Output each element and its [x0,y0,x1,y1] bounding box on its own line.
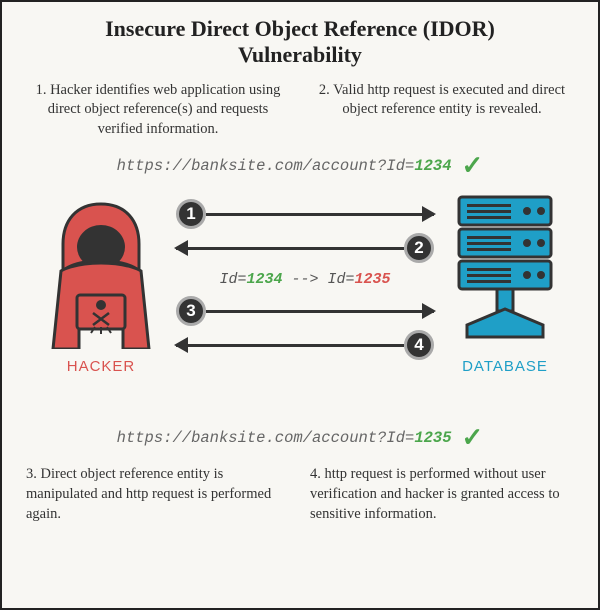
top-steps: 1. Hacker identifies web application usi… [2,77,598,148]
badge-2: 2 [404,233,434,263]
url-tamper-row: https://banksite.com/account?Id=1235 ✓ [2,419,598,457]
arrow-right-icon [206,213,434,216]
url-valid-row: https://banksite.com/account?Id=1234 ✓ [2,147,598,185]
database-label: DATABASE [440,358,570,375]
arrow-2: 2 [176,231,434,265]
url-valid: https://banksite.com/account?Id=1234 [117,157,452,175]
database-figure: DATABASE [440,189,570,375]
check-icon: ✓ [462,151,484,181]
diagram-frame: Insecure Direct Object Reference (IDOR) … [0,0,600,610]
arrow-4: 4 [176,328,434,362]
arrow-left-icon [176,247,404,250]
id-change-text: Id=1234 --> Id=1235 [176,265,434,294]
arrow-3: 3 [176,294,434,328]
arrow-left-icon [176,344,404,347]
badge-1: 1 [176,199,206,229]
step-4-text: 4. http request is performed without use… [310,465,574,524]
badge-3: 3 [176,296,206,326]
bottom-steps: 3. Direct object reference entity is man… [2,457,598,536]
step-3-text: 3. Direct object reference entity is man… [26,465,290,524]
arrows-group: 1 2 Id=1234 --> Id=1235 3 4 [176,197,434,362]
hacker-icon [41,199,161,349]
arrow-1: 1 [176,197,434,231]
url-tamper: https://banksite.com/account?Id=1235 [117,429,452,447]
page-title: Insecure Direct Object Reference (IDOR) … [2,2,598,77]
step-2-text: 2. Valid http request is executed and di… [310,81,574,140]
database-icon [445,189,565,349]
badge-4: 4 [404,330,434,360]
check-icon: ✓ [462,423,484,453]
hacker-figure: HACKER [36,199,166,375]
hacker-label: HACKER [36,358,166,375]
diagram-body: HACKER DATABASE 1 2 Id=1234 --> Id=1235 … [26,189,574,419]
step-1-text: 1. Hacker identifies web application usi… [26,81,290,140]
arrow-right-icon [206,310,434,313]
